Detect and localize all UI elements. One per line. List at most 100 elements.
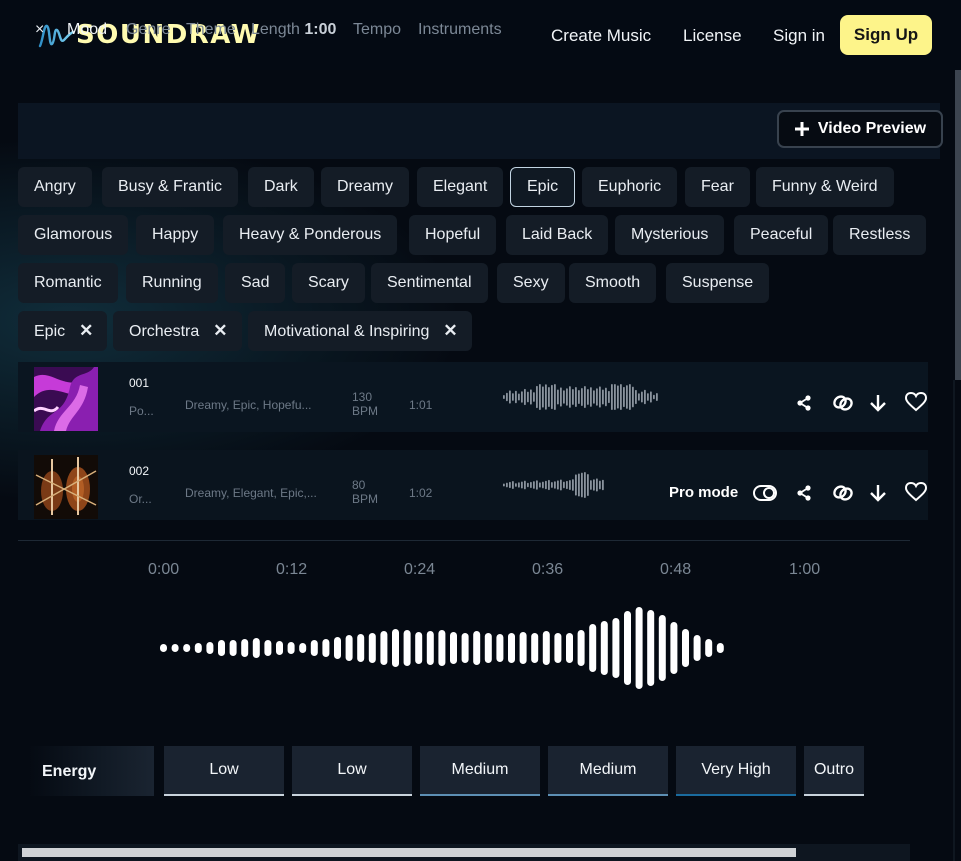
waveform-bar bbox=[575, 387, 577, 407]
energy-segment[interactable]: Very High bbox=[676, 746, 796, 796]
waveform-bar bbox=[635, 389, 637, 405]
mood-chip-funny-weird[interactable]: Funny & Weird bbox=[756, 167, 894, 207]
mood-chip-laid-back[interactable]: Laid Back bbox=[506, 215, 609, 255]
timeline-tick: 0:36 bbox=[532, 561, 564, 578]
horizontal-scrollbar-thumb[interactable] bbox=[22, 848, 796, 857]
mood-chip-fear[interactable]: Fear bbox=[685, 167, 750, 207]
mood-chip-peaceful[interactable]: Peaceful bbox=[734, 215, 829, 255]
toggle-icon[interactable] bbox=[753, 485, 777, 501]
waveform-bar bbox=[527, 482, 529, 488]
mood-chip-elegant[interactable]: Elegant bbox=[417, 167, 504, 207]
active-filter-epic[interactable]: Epic ✕ bbox=[18, 311, 108, 351]
remove-filter-icon[interactable]: ✕ bbox=[79, 321, 93, 340]
track-bpm-unit: BPM bbox=[352, 492, 379, 506]
waveform-bar bbox=[578, 390, 580, 404]
mood-chip-euphoric[interactable]: Euphoric bbox=[582, 167, 678, 207]
waveform-bar bbox=[587, 473, 589, 497]
mood-chip-running[interactable]: Running bbox=[126, 263, 218, 303]
waveform-bar bbox=[638, 393, 640, 401]
track-number: 001 bbox=[129, 376, 150, 390]
waveform-bar bbox=[542, 631, 550, 665]
waveform-bar bbox=[566, 480, 568, 490]
waveform-bar bbox=[310, 640, 318, 656]
share-icon[interactable] bbox=[795, 394, 813, 412]
mood-chip-sentimental[interactable]: Sentimental bbox=[371, 263, 488, 303]
remove-filter-icon[interactable]: ✕ bbox=[213, 321, 227, 340]
tab-length[interactable]: Length 1:00 bbox=[251, 21, 336, 39]
link-icon[interactable] bbox=[832, 393, 854, 413]
tab-tempo[interactable]: Tempo bbox=[353, 21, 401, 39]
waveform-bar bbox=[602, 479, 604, 491]
tab-instruments[interactable]: Instruments bbox=[418, 21, 502, 39]
mood-chip-busy-frantic[interactable]: Busy & Frantic bbox=[102, 167, 239, 207]
waveform-bar bbox=[551, 482, 553, 488]
nav-sign-in[interactable]: Sign in bbox=[773, 26, 825, 46]
nav-license[interactable]: License bbox=[683, 26, 742, 46]
waveform-bar bbox=[563, 481, 565, 489]
main-waveform[interactable] bbox=[160, 600, 870, 696]
waveform-bar bbox=[524, 480, 526, 490]
tab-theme[interactable]: Theme bbox=[186, 21, 236, 39]
mood-chip-suspense[interactable]: Suspense bbox=[666, 263, 770, 303]
mood-chip-angry[interactable]: Angry bbox=[18, 167, 92, 207]
sign-up-button[interactable]: Sign Up bbox=[840, 15, 932, 55]
heart-icon[interactable] bbox=[905, 392, 927, 412]
track-bpm-value: 130 bbox=[352, 390, 373, 404]
mood-chip-mysterious[interactable]: Mysterious bbox=[615, 215, 725, 255]
track-artwork-abstract[interactable] bbox=[34, 367, 98, 431]
track-waveform[interactable] bbox=[503, 382, 663, 412]
nav-create-music[interactable]: Create Music bbox=[551, 26, 651, 46]
waveform-bar bbox=[542, 386, 544, 408]
waveform-bar bbox=[380, 631, 388, 665]
waveform-bar bbox=[545, 480, 547, 490]
download-icon[interactable] bbox=[869, 483, 887, 503]
timeline-tick: 1:00 bbox=[789, 561, 821, 578]
mood-chip-epic[interactable]: Epic bbox=[510, 167, 576, 207]
heart-icon[interactable] bbox=[905, 482, 927, 502]
waveform-bar bbox=[581, 472, 583, 498]
active-filter-motivational-inspiring[interactable]: Motivational & Inspiring ✕ bbox=[248, 311, 472, 351]
share-icon[interactable] bbox=[795, 484, 813, 502]
waveform-bar bbox=[572, 389, 574, 405]
mood-chip-hopeful[interactable]: Hopeful bbox=[409, 215, 497, 255]
waveform-bar bbox=[599, 386, 601, 408]
energy-segment[interactable]: Low bbox=[292, 746, 412, 796]
link-icon[interactable] bbox=[832, 483, 854, 503]
energy-segment[interactable]: Low bbox=[164, 746, 284, 796]
page-vertical-scrollbar[interactable] bbox=[955, 70, 961, 380]
close-filters-icon[interactable]: × bbox=[35, 21, 44, 39]
mood-chip-romantic[interactable]: Romantic bbox=[18, 263, 118, 303]
waveform-bar bbox=[569, 480, 571, 490]
mood-chip-smooth[interactable]: Smooth bbox=[569, 263, 657, 303]
track-waveform[interactable] bbox=[503, 470, 613, 500]
mood-chip-restless[interactable]: Restless bbox=[833, 215, 927, 255]
mood-chip-heavy-ponderous[interactable]: Heavy & Ponderous bbox=[223, 215, 398, 255]
waveform-bar bbox=[656, 393, 658, 401]
mood-chip-sexy[interactable]: Sexy bbox=[497, 263, 565, 303]
track-row[interactable]: 002 Or... Dreamy, Elegant, Epic,... 80 BP… bbox=[18, 450, 928, 520]
tab-genre[interactable]: Genre bbox=[126, 21, 170, 39]
active-filter-orchestra[interactable]: Orchestra ✕ bbox=[113, 311, 242, 351]
energy-segment[interactable]: Medium bbox=[548, 746, 668, 796]
waveform-bar bbox=[503, 483, 505, 487]
waveform-bar bbox=[614, 384, 616, 410]
track-artwork-violins[interactable] bbox=[34, 455, 98, 519]
download-icon[interactable] bbox=[869, 393, 887, 413]
video-preview-button[interactable]: Video Preview bbox=[777, 110, 943, 148]
waveform-bar bbox=[641, 391, 643, 403]
mood-chip-scary[interactable]: Scary bbox=[292, 263, 365, 303]
mood-chip-happy[interactable]: Happy bbox=[136, 215, 215, 255]
energy-segment[interactable]: Outro bbox=[804, 746, 864, 796]
waveform-bar bbox=[623, 386, 625, 408]
mood-chip-sad[interactable]: Sad bbox=[225, 263, 286, 303]
energy-segment[interactable]: Medium bbox=[420, 746, 540, 796]
tab-mood[interactable]: Mood bbox=[67, 21, 107, 39]
remove-filter-icon[interactable]: ✕ bbox=[443, 321, 457, 340]
waveform-bar bbox=[345, 635, 353, 661]
waveform-bar bbox=[531, 633, 539, 663]
track-row[interactable]: 001 Po... Dreamy, Epic, Hopefu... 130 BPM… bbox=[18, 362, 928, 432]
waveform-bar bbox=[682, 629, 689, 667]
mood-chip-dreamy[interactable]: Dreamy bbox=[321, 167, 410, 207]
mood-chip-glamorous[interactable]: Glamorous bbox=[18, 215, 129, 255]
mood-chip-dark[interactable]: Dark bbox=[248, 167, 314, 207]
